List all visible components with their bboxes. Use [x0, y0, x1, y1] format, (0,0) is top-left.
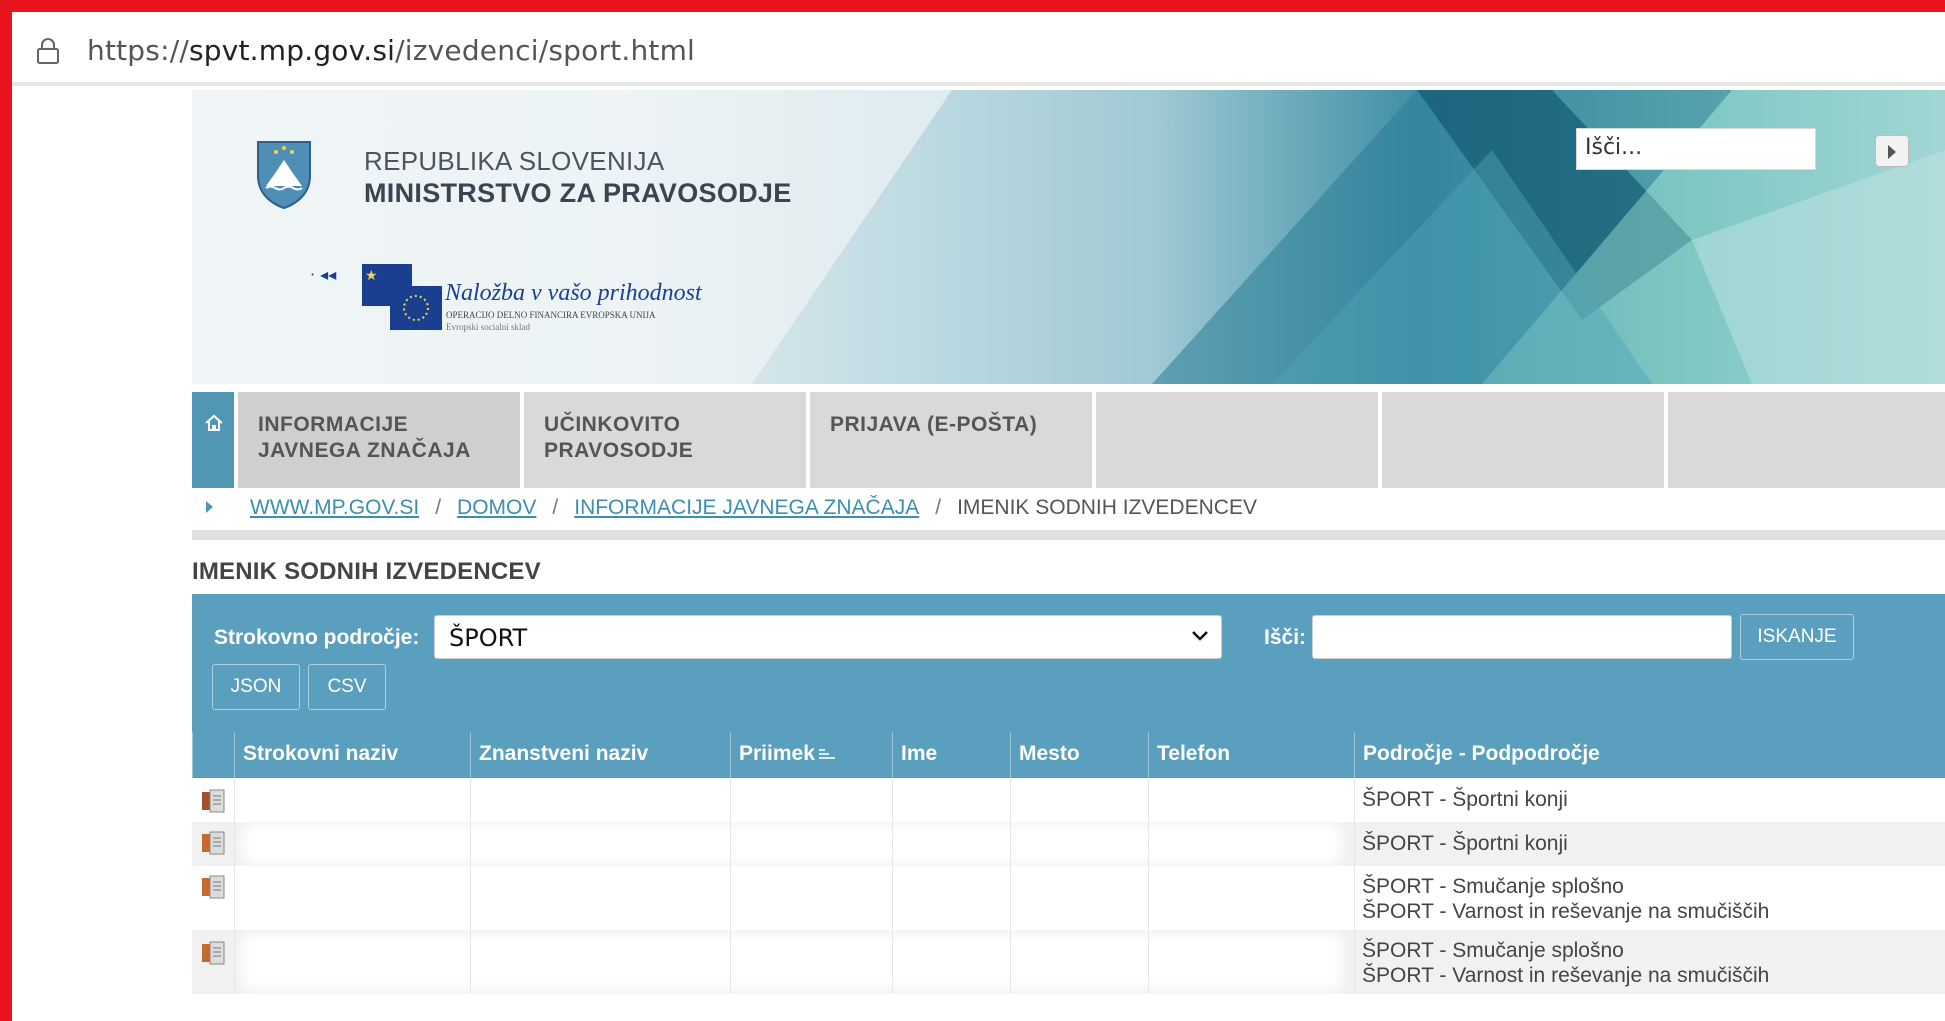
ministry-name: MINISTRSTVO ZA PRAVOSODJE [364, 178, 792, 208]
column-divider [470, 778, 471, 994]
redacted-cells [242, 824, 1342, 864]
column-divider [234, 778, 235, 994]
nav-item-empty-3[interactable] [1668, 392, 1945, 488]
document-icon[interactable] [200, 874, 228, 900]
table-row[interactable]: ŠPORT - Smučanje splošno ŠPORT - Varnost… [192, 930, 1945, 994]
nav-item-informacije[interactable]: INFORMACIJE JAVNEGA ZNAČAJA [238, 392, 520, 488]
column-header-priimek-label: Priimek [739, 742, 815, 765]
lock-icon [37, 38, 59, 64]
breadcrumb-items: WWW.MP.GOV.SI / DOMOV / INFORMACIJE JAVNEGA … [250, 496, 1257, 520]
browser-address-bar[interactable]: https://spvt.mp.gov.si/izvedenci/sport.h… [12, 12, 1945, 86]
page-content: REPUBLIKA SLOVENIJA MINISTRSTVO ZA PRAVO… [192, 90, 1945, 1021]
column-header-ime[interactable]: Ime [892, 732, 1010, 778]
area-text: ŠPORT - Smučanje splošno ŠPORT - Varnost… [1362, 938, 1769, 988]
eu-slogan: Naložba v vašo prihodnost [445, 280, 702, 306]
document-icon[interactable] [200, 940, 228, 966]
url-text[interactable]: https://spvt.mp.gov.si/izvedenci/sport.h… [87, 34, 695, 67]
play-arrow-icon [1888, 145, 1896, 159]
page-title: IMENIK SODNIH IZVEDENCEV [192, 558, 541, 585]
nav-item-empty-1[interactable] [1096, 392, 1378, 488]
svg-text:★: ★ [365, 268, 378, 284]
column-header-icon [192, 732, 234, 778]
breadcrumb-link-informacije[interactable]: INFORMACIJE JAVNEGA ZNAČAJA [574, 496, 919, 519]
breadcrumb-separator: / [935, 496, 942, 519]
column-header-strokovni-naziv[interactable]: Strokovni naziv [234, 732, 470, 778]
coat-of-arms-icon [257, 141, 311, 210]
nav-home[interactable] [192, 392, 234, 488]
url-path: /izvedenci/sport.html [395, 34, 696, 67]
breadcrumb-current: IMENIK SODNIH IZVEDENCEV [957, 496, 1257, 519]
nav-item-ucinkovito[interactable]: UČINKOVITO PRAVOSODJE [524, 392, 806, 488]
table-header: Strokovni naziv Znanstveni naziv Priimek… [192, 732, 1945, 778]
column-header-telefon[interactable]: Telefon [1148, 732, 1354, 778]
table-row[interactable]: ŠPORT - Športni konji [192, 822, 1945, 866]
filter-panel: Strokovno področje: ŠPORT Išči: ISKANJE … [192, 594, 1945, 732]
table-row[interactable]: ŠPORT - Smučanje splošno ŠPORT - Varnost… [192, 866, 1945, 930]
column-header-priimek[interactable]: Priimek [730, 732, 892, 778]
breadcrumb-separator: / [435, 496, 442, 519]
breadcrumb-link-mp[interactable]: WWW.MP.GOV.SI [250, 496, 419, 519]
json-button[interactable]: JSON [212, 664, 300, 710]
chevron-down-icon [1192, 631, 1208, 641]
nav-item-prijava[interactable]: PRIJAVA (E-POŠTA) [810, 392, 1092, 488]
area-text: ŠPORT - Športni konji [1362, 832, 1568, 855]
area-line: ŠPORT - Varnost in reševanje na smučišči… [1362, 964, 1770, 987]
area-text: ŠPORT - Športni konji [1362, 788, 1568, 811]
breadcrumb: WWW.MP.GOV.SI / DOMOV / INFORMACIJE JAVNEGA … [192, 492, 1945, 526]
nav-item-label-1: INFORMACIJE [258, 413, 409, 436]
sort-icon [818, 749, 835, 760]
area-line: ŠPORT - Smučanje splošno [1362, 875, 1624, 898]
header-banner: REPUBLIKA SLOVENIJA MINISTRSTVO ZA PRAVO… [192, 90, 1945, 384]
breadcrumb-separator: / [552, 496, 559, 519]
header-search-input[interactable]: Išči... [1576, 128, 1816, 170]
area-line: ŠPORT - Varnost in reševanje na smučišči… [1362, 900, 1770, 923]
gov-name-line1: REPUBLIKA SLOVENIJA [364, 146, 665, 176]
field-label: Strokovno področje: [214, 626, 420, 649]
column-divider [892, 778, 893, 994]
nav-item-label-1: UČINKOVITO [544, 413, 681, 436]
url-scheme: https:// [87, 34, 189, 67]
field-select-value: ŠPORT [449, 624, 528, 652]
column-header-podrocje[interactable]: Področje - Podpodročje [1354, 732, 1945, 778]
main-nav: INFORMACIJE JAVNEGA ZNAČAJA UČINKOVITO P… [192, 392, 1945, 488]
column-header-mesto[interactable]: Mesto [1010, 732, 1148, 778]
eu-subtitle-1: OPERACIJO DELNO FINANCIRA EVROPSKA UNIJA [446, 310, 656, 320]
document-icon[interactable] [200, 830, 228, 856]
nav-item-label-1: PRIJAVA (E-POŠTA) [830, 413, 1038, 436]
breadcrumb-arrow-icon [206, 501, 213, 513]
column-divider [730, 778, 731, 994]
home-icon [205, 414, 223, 431]
search-button[interactable]: ISKANJE [1740, 614, 1854, 660]
field-select[interactable]: ŠPORT [434, 615, 1222, 659]
url-host: spvt.mp.gov.si [188, 34, 396, 67]
column-divider [1010, 778, 1011, 994]
column-header-znanstveni-naziv[interactable]: Znanstveni naziv [470, 732, 730, 778]
nav-item-label-2: PRAVOSODJE [544, 439, 694, 462]
area-line: ŠPORT - Smučanje splošno [1362, 939, 1624, 962]
area-text: ŠPORT - Smučanje splošno ŠPORT - Varnost… [1362, 874, 1769, 924]
search-label: Išči: [1264, 626, 1307, 649]
search-input[interactable] [1312, 615, 1732, 659]
nav-item-empty-2[interactable] [1382, 392, 1664, 488]
column-divider [1354, 778, 1355, 994]
document-icon[interactable] [200, 788, 228, 814]
eu-subtitle-2: Evropski socialni sklad [446, 322, 530, 332]
redacted-cells [242, 934, 1342, 990]
header-search-button[interactable] [1875, 135, 1909, 167]
table-row[interactable]: ŠPORT - Športni konji [192, 778, 1945, 822]
breadcrumb-divider [192, 530, 1945, 540]
svg-text:· ◂◂: · ◂◂ [310, 265, 336, 284]
column-divider [1148, 778, 1149, 994]
nav-item-label-2: JAVNEGA ZNAČAJA [258, 439, 471, 462]
breadcrumb-link-domov[interactable]: DOMOV [457, 496, 536, 519]
csv-button[interactable]: CSV [308, 664, 386, 710]
